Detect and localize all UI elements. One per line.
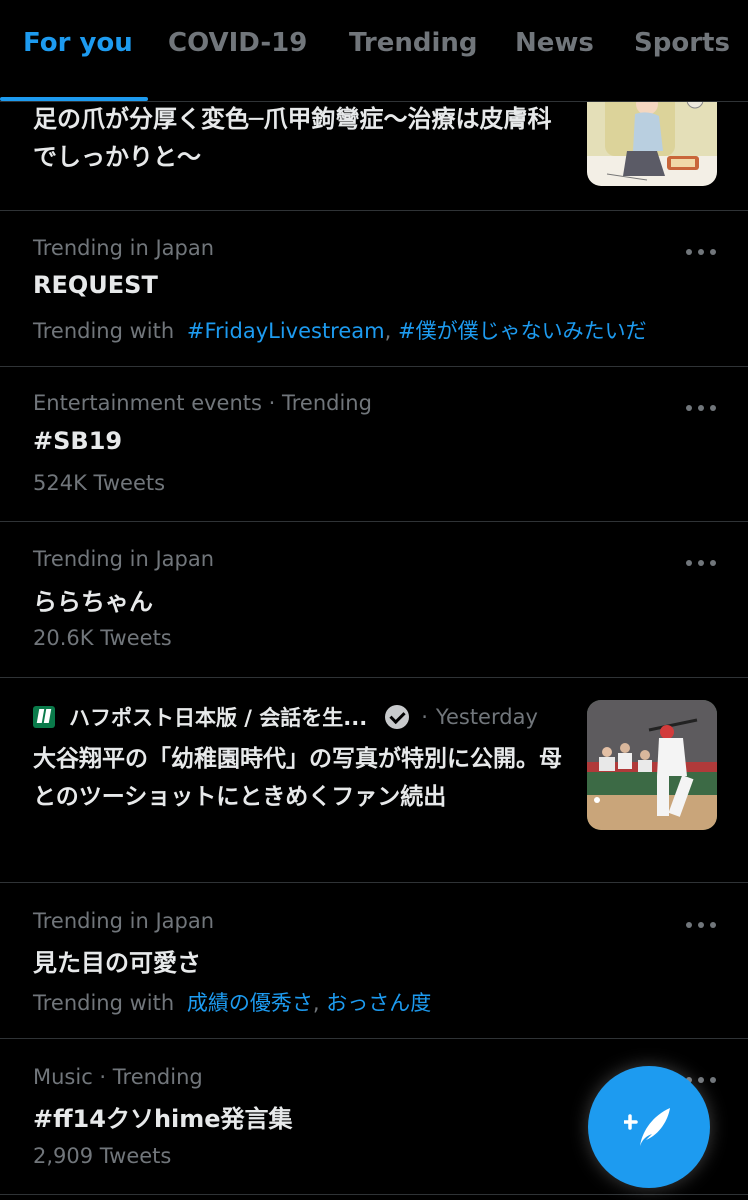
trend-title: #SB19 [33, 427, 123, 455]
trend-link[interactable]: 成績の優秀さ [187, 991, 313, 1015]
trend-with: Trending with 成績の優秀さ, おっさん度 [33, 987, 431, 1017]
tab-covid-19[interactable]: COVID-19 [168, 28, 307, 58]
news-item[interactable]: ハフポスト日本版 / 会話を生... · Yesterday 大谷翔平の「幼稚園… [0, 678, 748, 883]
more-options-icon[interactable] [686, 920, 716, 930]
compose-tweet-icon [624, 1108, 670, 1146]
trend-item[interactable]: Trending in Japan ららちゃん 20.6K Tweets [0, 522, 748, 678]
trending-with-label: Trending with [33, 319, 175, 343]
tweet-count: 2,909 Tweets [33, 1144, 172, 1168]
trend-context: Entertainment events · Trending [33, 391, 372, 415]
trend-title: 見た目の可愛さ [33, 949, 201, 977]
news-title: 足の爪が分厚く変色─爪甲鉤彎症〜治療は皮膚科でしっかりと〜 [33, 105, 552, 171]
huffpost-logo-icon [33, 706, 55, 728]
trend-context: Music · Trending [33, 1065, 203, 1089]
more-options-icon[interactable] [686, 558, 716, 568]
baseball-photo-image [587, 700, 717, 830]
trend-context: Trending in Japan [33, 547, 215, 571]
news-source-row: ハフポスト日本版 / 会話を生... · Yesterday [33, 702, 538, 732]
news-source: ハフポスト日本版 / 会話を生... [69, 706, 368, 730]
trend-context: Trending in Japan [33, 909, 215, 933]
compose-tweet-button[interactable] [588, 1066, 710, 1188]
trend-title: #ff14クソhime発言集 [33, 1105, 293, 1133]
explore-tabs: For you COVID-19 Trending News Sports [0, 0, 748, 102]
trend-link[interactable]: おっさん度 [326, 991, 431, 1015]
news-timestamp: Yesterday [435, 705, 538, 729]
tab-for-you[interactable]: For you [23, 28, 133, 58]
separator: , [384, 319, 392, 343]
trend-link[interactable]: #僕が僕じゃないみたいだ [398, 319, 647, 343]
more-options-icon[interactable] [686, 403, 716, 413]
tab-trending[interactable]: Trending [349, 28, 478, 58]
news-thumbnail [587, 700, 717, 830]
trending-with-label: Trending with [33, 991, 175, 1015]
active-tab-indicator [0, 97, 148, 101]
tweet-count: 524K Tweets [33, 471, 166, 495]
trend-item[interactable]: Entertainment events · Trending #SB19 52… [0, 367, 748, 522]
tab-news[interactable]: News [515, 28, 594, 58]
trend-link[interactable]: #FridayLivestream [187, 319, 385, 343]
trend-context: Trending in Japan [33, 236, 215, 260]
tab-sports[interactable]: Sports [634, 28, 730, 58]
separator-dot: · [421, 705, 428, 729]
tweet-count: 20.6K Tweets [33, 626, 172, 650]
trend-with: Trending with #FridayLivestream, #僕が僕じゃな… [33, 315, 647, 345]
trend-item[interactable]: Trending in Japan REQUEST Trending with … [0, 211, 748, 367]
more-options-icon[interactable] [686, 247, 716, 257]
news-title: 大谷翔平の「幼稚園時代」の写真が特別に公開。母とのツーショットにときめくファン続… [33, 746, 562, 810]
trend-title: REQUEST [33, 271, 158, 299]
trend-item[interactable]: Trending in Japan 見た目の可愛さ Trending with … [0, 883, 748, 1039]
verified-badge-icon [385, 705, 410, 729]
separator: , [312, 991, 320, 1015]
trend-title: ららちゃん [33, 588, 153, 616]
trends-feed: 足の爪が分厚く変色─爪甲鉤彎症〜治療は皮膚科でしっかりと〜 Trending i… [0, 0, 748, 1200]
